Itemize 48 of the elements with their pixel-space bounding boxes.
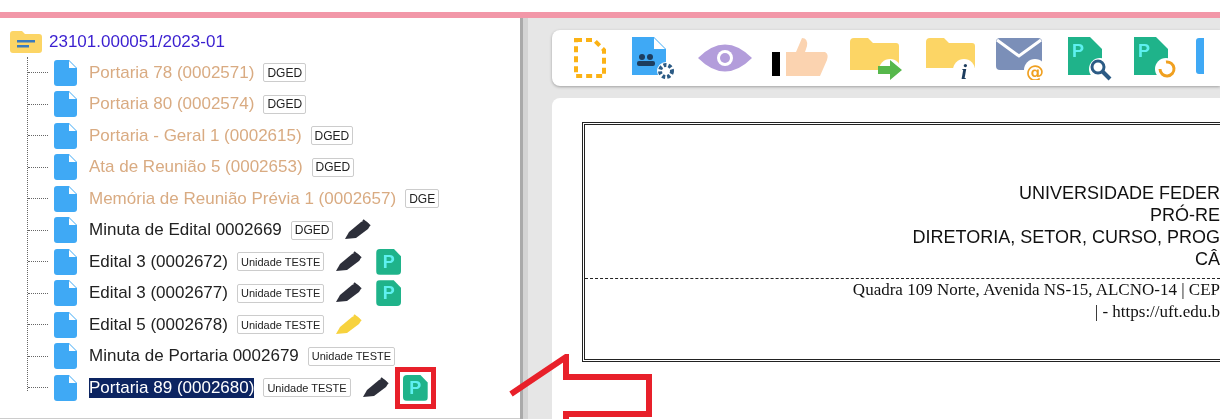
document-link[interactable]: Portaria 78 (0002571) [89,62,255,83]
header-line: PRÓ-RE [1150,204,1220,226]
publication-icon[interactable]: P [376,280,402,307]
document-link[interactable]: Minuta de Portaria 0002679 [89,346,299,367]
unit-tag: Unidade TESTE [236,283,325,303]
address-line: | - https://uft.edu.b [1094,301,1220,323]
address-line: Quadra 109 Norte, Avenida NS-15, ALCNO-14 | CEP [852,279,1220,301]
pen-icon[interactable] [343,219,372,242]
unit-tag: Unidade TESTE [263,378,351,398]
document-icon [54,122,77,149]
document-link[interactable]: Edital 3 (0002672) [89,251,228,272]
document-link[interactable]: Portaria 89 (0002680) [89,377,255,398]
publication-icon[interactable]: P [376,248,402,275]
unit-tag: DGED [310,126,354,146]
document-link[interactable]: Minuta de Edital 0002669 [89,220,282,241]
document-link[interactable]: Edital 3 (0002677) [89,283,228,304]
document-icon [54,248,77,275]
unit-tag: Unidade TESTE [307,346,396,366]
document-icon [54,91,77,118]
document-icon [54,343,77,370]
unit-tag: Unidade TESTE [236,252,325,272]
document-link[interactable]: Edital 5 (0002678) [89,314,228,335]
unit-tag: DGED [263,94,307,114]
unit-tag: DGE [405,189,440,209]
unit-tag: DGED [311,157,355,177]
header-line: DIRETORIA, SETOR, CURSO, PROG [912,226,1220,248]
document-icon [54,154,77,181]
unit-tag: Unidade TESTE [236,315,325,335]
header-line: UNIVERSIDADE FEDER [1018,182,1220,204]
document-icon [54,311,77,338]
pen-icon[interactable] [334,282,363,305]
document-icon [54,59,77,86]
unit-tag: DGED [290,220,334,240]
publication-icon[interactable]: P [394,366,436,409]
document-link[interactable]: Ata de Reunião 5 (0002653) [89,157,303,178]
document-link[interactable]: Portaria 80 (0002574) [89,94,255,115]
document-icon [54,217,77,244]
document-link[interactable]: Portaria - Geral 1 (0002615) [89,125,302,146]
document-icon [54,185,77,212]
document-link[interactable]: Memória de Reunião Prévia 1 (0002657) [89,188,397,209]
document-icon [54,280,77,307]
process-number[interactable]: 23101.000051/2023-01 [49,29,225,55]
unit-tag: DGED [263,63,307,83]
pen-icon[interactable] [360,376,389,399]
document-icon [54,374,77,401]
pen-icon[interactable] [334,250,363,273]
header-line: CÂ [1195,248,1220,270]
folder-icon[interactable] [10,31,42,53]
